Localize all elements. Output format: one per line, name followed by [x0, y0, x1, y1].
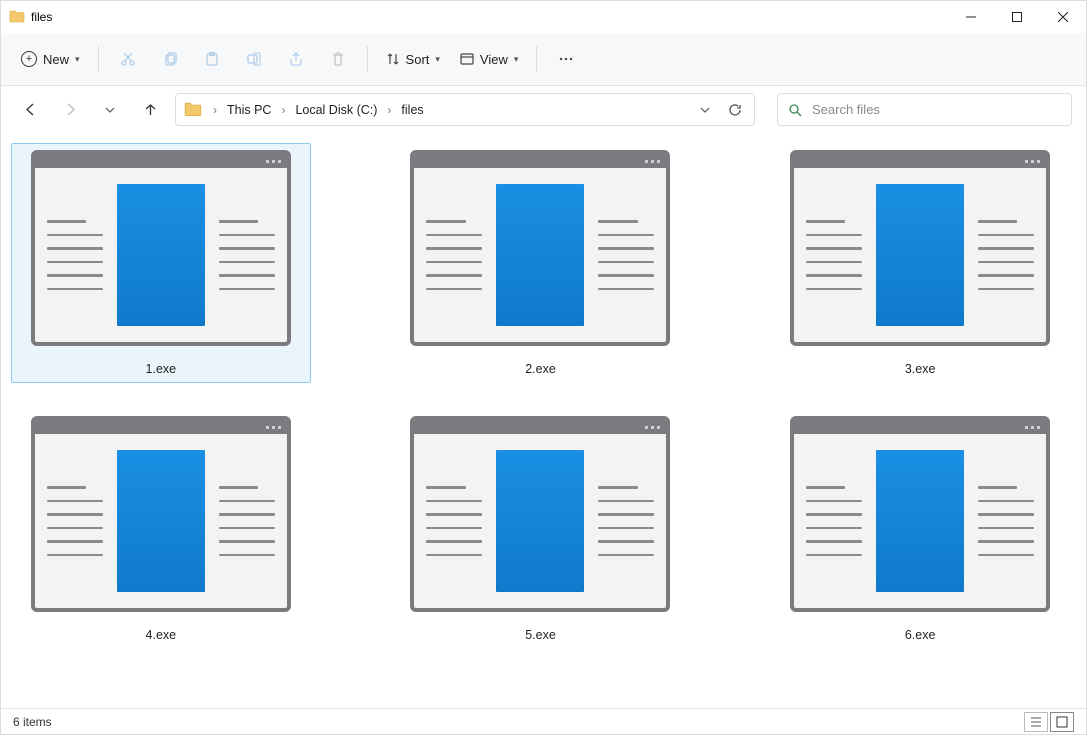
sort-button[interactable]: Sort ▾ — [378, 42, 448, 76]
recent-locations-button[interactable] — [95, 95, 125, 125]
file-item[interactable]: 1.exe — [11, 143, 311, 383]
paste-button[interactable] — [193, 42, 231, 76]
search-input[interactable] — [812, 102, 1061, 117]
folder-icon — [184, 101, 202, 119]
separator — [98, 46, 99, 72]
view-button[interactable]: View ▾ — [452, 42, 526, 76]
file-name: 1.exe — [146, 362, 177, 376]
file-name: 2.exe — [525, 362, 556, 376]
exe-thumbnail — [31, 150, 291, 346]
exe-thumbnail — [410, 416, 670, 612]
titlebar: files — [1, 1, 1086, 33]
chevron-down-icon: ▾ — [75, 54, 80, 65]
chevron-right-icon: › — [384, 103, 394, 117]
status-text: 6 items — [13, 715, 52, 729]
search-icon — [788, 103, 802, 117]
delete-button[interactable] — [319, 42, 357, 76]
close-button[interactable] — [1040, 1, 1086, 33]
refresh-button[interactable] — [722, 97, 748, 123]
breadcrumb-item[interactable]: This PC — [224, 101, 274, 119]
address-bar[interactable]: › This PC › Local Disk (C:) › files — [175, 93, 755, 126]
content-area[interactable]: 1.exe 2.exe — [1, 133, 1086, 708]
new-label: New — [43, 52, 69, 67]
file-name: 3.exe — [905, 362, 936, 376]
exe-thumbnail — [410, 150, 670, 346]
share-button[interactable] — [277, 42, 315, 76]
file-item[interactable]: 2.exe — [391, 143, 691, 383]
toolbar: + New ▾ Sort ▾ View — [1, 33, 1086, 86]
file-item[interactable]: 5.exe — [391, 409, 691, 649]
back-button[interactable] — [15, 95, 45, 125]
file-item[interactable]: 3.exe — [770, 143, 1070, 383]
thumbnails-view-toggle[interactable] — [1050, 712, 1074, 732]
cut-button[interactable] — [109, 42, 147, 76]
separator — [367, 46, 368, 72]
window-title: files — [31, 10, 52, 24]
breadcrumb-item[interactable]: Local Disk (C:) — [292, 101, 380, 119]
plus-circle-icon: + — [21, 51, 37, 67]
details-view-toggle[interactable] — [1024, 712, 1048, 732]
history-dropdown-button[interactable] — [692, 97, 718, 123]
chevron-down-icon: ▾ — [514, 54, 519, 65]
file-item[interactable]: 6.exe — [770, 409, 1070, 649]
chevron-right-icon: › — [210, 103, 220, 117]
exe-thumbnail — [790, 150, 1050, 346]
exe-thumbnail — [31, 416, 291, 612]
view-icon — [460, 52, 474, 66]
exe-thumbnail — [790, 416, 1050, 612]
more-button[interactable] — [547, 42, 585, 76]
up-button[interactable] — [135, 95, 165, 125]
breadcrumb-item[interactable]: files — [398, 101, 426, 119]
new-button[interactable]: + New ▾ — [13, 42, 88, 76]
sort-label: Sort — [406, 52, 430, 67]
forward-button[interactable] — [55, 95, 85, 125]
status-bar: 6 items — [1, 708, 1086, 734]
separator — [536, 46, 537, 72]
nav-row: › This PC › Local Disk (C:) › files — [1, 86, 1086, 133]
search-box[interactable] — [777, 93, 1072, 126]
file-name: 5.exe — [525, 628, 556, 642]
explorer-window: files + New ▾ — [0, 0, 1087, 735]
rename-button[interactable] — [235, 42, 273, 76]
minimize-button[interactable] — [948, 1, 994, 33]
maximize-button[interactable] — [994, 1, 1040, 33]
folder-icon — [9, 9, 25, 25]
sort-icon — [386, 52, 400, 66]
view-label: View — [480, 52, 508, 67]
file-grid: 1.exe 2.exe — [11, 143, 1080, 649]
file-name: 6.exe — [905, 628, 936, 642]
chevron-right-icon: › — [278, 103, 288, 117]
file-item[interactable]: 4.exe — [11, 409, 311, 649]
copy-button[interactable] — [151, 42, 189, 76]
file-name: 4.exe — [146, 628, 177, 642]
chevron-down-icon: ▾ — [435, 54, 440, 65]
